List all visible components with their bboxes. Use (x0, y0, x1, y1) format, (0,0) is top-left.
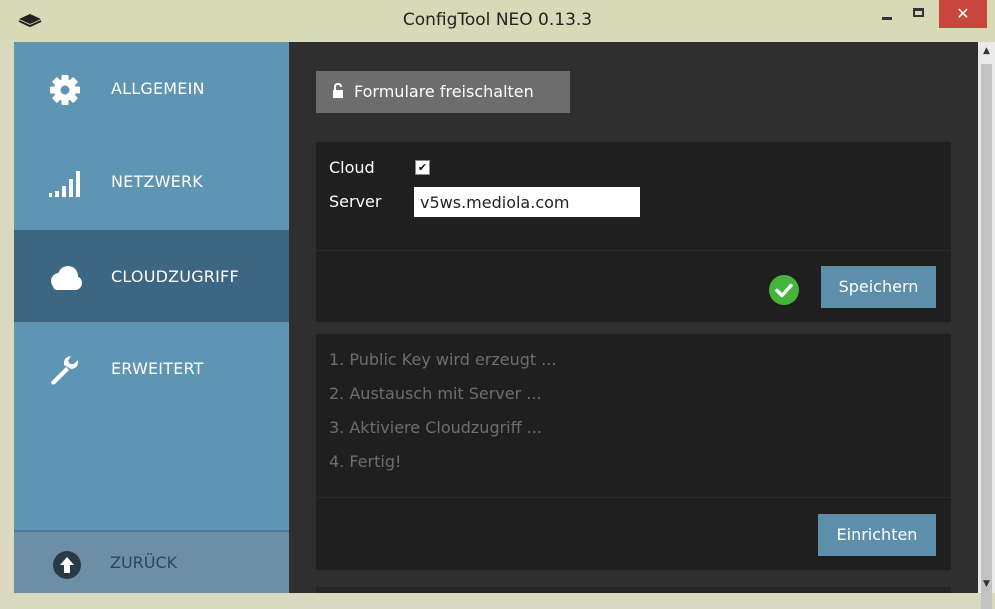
sidebar-item-label: NETZWERK (111, 172, 203, 191)
unlock-forms-label: Formulare freischalten (354, 82, 534, 101)
sidebar-item-label: ERWEITERT (111, 359, 204, 378)
sidebar-item-erweitert[interactable]: ERWEITERT (14, 322, 289, 415)
cloud-setup-panel: 1. Public Key wird erzeugt ... 2. Austau… (316, 334, 951, 570)
setup-steps-list: 1. Public Key wird erzeugt ... 2. Austau… (329, 348, 557, 484)
maximize-button[interactable] (904, 2, 934, 26)
main-content: Formulare freischalten Cloud ✔ Server Sp… (289, 42, 978, 593)
setup-step: 2. Austausch mit Server ... (329, 384, 542, 403)
sidebar: ALLGEMEIN NETZWERK CLOUDZUGRIFF ERWEITER… (14, 42, 289, 593)
gear-icon (50, 75, 80, 105)
arrow-up-circle-icon (53, 551, 81, 579)
scroll-thumb[interactable] (981, 64, 992, 609)
sidebar-item-netzwerk[interactable]: NETZWERK (14, 135, 289, 228)
setup-step: 3. Aktiviere Cloudzugriff ... (329, 418, 542, 437)
minimize-button[interactable] (872, 2, 902, 26)
back-label: ZURÜCK (110, 553, 178, 572)
cloud-checkbox[interactable]: ✔ (415, 160, 430, 175)
setup-step: 1. Public Key wird erzeugt ... (329, 350, 557, 369)
cloud-settings-panel: Cloud ✔ Server Speichern (316, 142, 951, 322)
window-title: ConfigTool NEO 0.13.3 (402, 10, 593, 30)
unlock-icon (333, 83, 343, 98)
scroll-down-icon[interactable]: ▼ (978, 575, 995, 593)
cloud-icon (51, 266, 82, 290)
scroll-up-icon[interactable]: ▲ (978, 42, 995, 60)
sidebar-item-allgemein[interactable]: ALLGEMEIN (14, 42, 289, 135)
checkmark-icon: ✔ (417, 161, 428, 174)
setup-button[interactable]: Einrichten (818, 514, 936, 556)
sidebar-item-label: CLOUDZUGRIFF (111, 267, 239, 286)
back-button[interactable]: ZURÜCK (14, 532, 289, 593)
setup-step: 4. Fertig! (329, 452, 402, 471)
sidebar-item-cloudzugriff[interactable]: CLOUDZUGRIFF (14, 230, 289, 322)
panel-divider (316, 497, 951, 498)
title-bar[interactable]: ConfigTool NEO 0.13.3 ✕ (0, 0, 995, 42)
unlock-forms-button[interactable]: Formulare freischalten (316, 71, 570, 113)
close-icon: ✕ (956, 4, 970, 23)
app-window: ConfigTool NEO 0.13.3 ✕ ALLGEMEIN NETZWE… (0, 0, 995, 609)
wrench-icon (51, 356, 79, 385)
sidebar-item-label: ALLGEMEIN (111, 79, 205, 98)
save-button[interactable]: Speichern (821, 266, 936, 308)
server-label: Server (329, 192, 382, 211)
next-panel-edge (316, 587, 951, 593)
close-button[interactable]: ✕ (939, 0, 987, 28)
signal-bars-icon (49, 171, 80, 197)
vertical-scrollbar[interactable]: ▲ ▼ (978, 42, 995, 609)
panel-divider (316, 250, 951, 251)
cloud-label: Cloud (329, 158, 375, 177)
server-input[interactable] (414, 187, 640, 217)
success-check-icon (769, 275, 799, 305)
